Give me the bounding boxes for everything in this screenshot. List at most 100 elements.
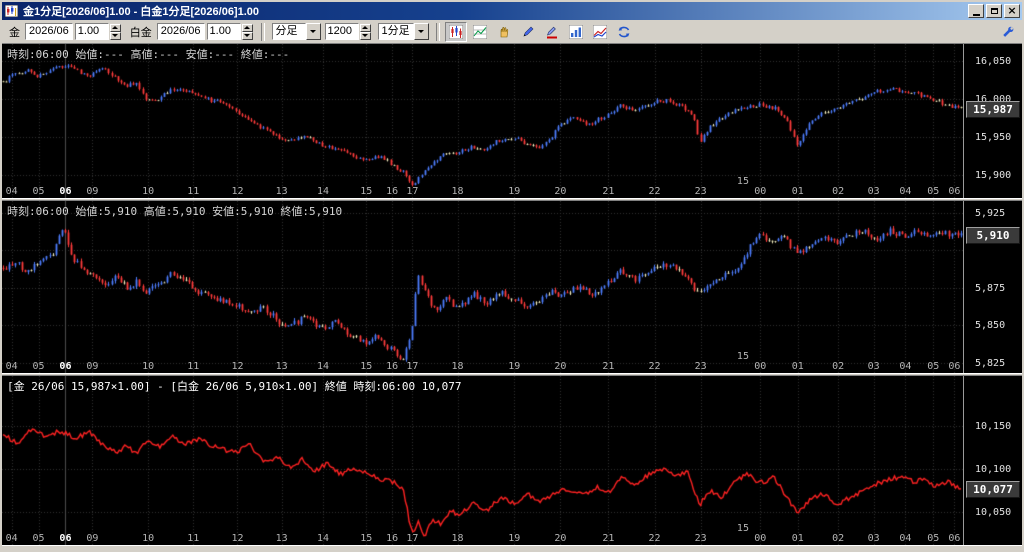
x-axis-hour-label: 10	[142, 533, 155, 544]
spin-down-button[interactable]	[359, 31, 371, 40]
timeframe-value[interactable]: 1分足	[377, 23, 414, 40]
spread-chart-panel: [金 26/06 15,987×1.00] - [白金 26/06 5,910×…	[2, 376, 1022, 545]
gold-multiplier-value[interactable]: 1.00	[74, 23, 109, 40]
wrench-icon	[1003, 26, 1014, 37]
toolbar-separator	[260, 22, 265, 41]
gold-label: 金	[9, 26, 20, 39]
grid-chart-button[interactable]	[468, 21, 491, 42]
x-axis-hour-label: 17	[406, 361, 419, 372]
x-axis-hour-label: 11	[187, 186, 200, 197]
x-axis-hour-label: 09	[86, 361, 99, 372]
timeframe-dropdown-button[interactable]	[413, 23, 429, 40]
gold-contract-field[interactable]: 2026/06	[25, 23, 73, 40]
x-axis-hour-label: 00	[754, 186, 767, 197]
x-axis-hour-label: 19	[508, 533, 521, 544]
timeframe-combo[interactable]: 1分足	[377, 23, 429, 40]
platinum-plot-area[interactable]: 時刻:06:00 始値:5,910 高値:5,910 安値:5,910 終値:5…	[2, 201, 963, 373]
bar-type-combo[interactable]: 分足	[271, 23, 321, 40]
bar-chart-icon	[568, 24, 583, 39]
spin-up-button[interactable]	[359, 23, 371, 32]
minimize-icon	[972, 13, 980, 16]
x-axis-hour-label: 18	[451, 533, 464, 544]
x-axis-hour-label: 15	[360, 361, 373, 372]
x-axis-hour-label: 03	[867, 186, 880, 197]
platinum-multiplier-spinner[interactable]: 1.00	[206, 23, 253, 40]
bar-count-value[interactable]: 1200	[324, 23, 359, 40]
refresh-button[interactable]	[612, 21, 635, 42]
pencil-button[interactable]	[516, 21, 539, 42]
chevron-down-icon	[418, 30, 425, 33]
titlebar[interactable]: 金1分足[2026/06]1.00 - 白金1分足[2026/06]1.00 ×	[2, 2, 1022, 20]
x-axis-hour-label: 22	[648, 186, 661, 197]
y-axis-price-label: 5,850	[975, 320, 1006, 332]
x-axis-hour-label: 17	[406, 533, 419, 544]
bar-count-spinner[interactable]: 1200	[324, 23, 371, 40]
chevron-down-icon	[362, 34, 369, 37]
x-axis-hour-label: 12	[231, 186, 244, 197]
platinum-multiplier-value[interactable]: 1.00	[206, 23, 241, 40]
grid-chart-icon	[472, 24, 487, 39]
spin-up-button[interactable]	[109, 23, 121, 32]
window-controls: ×	[966, 4, 1020, 18]
x-axis-hour-label: 06	[59, 533, 72, 544]
x-axis-hour-label: 22	[648, 533, 661, 544]
bar-type-value[interactable]: 分足	[271, 23, 306, 40]
x-axis-hour-label: 04	[5, 361, 18, 372]
x-axis-hour-label: 04	[5, 533, 18, 544]
gold-candlestick-canvas[interactable]	[2, 44, 963, 198]
x-axis-hour-label: 18	[451, 186, 464, 197]
x-axis-hour-label: 06	[948, 533, 961, 544]
chevron-down-icon	[310, 30, 317, 33]
hand-tool-button[interactable]	[492, 21, 515, 42]
x-axis-hour-label: 15	[360, 533, 373, 544]
platinum-candlestick-canvas[interactable]	[2, 201, 963, 373]
minimize-button[interactable]	[968, 4, 984, 18]
bar-chart-button[interactable]	[564, 21, 587, 42]
toolbar-separator	[435, 22, 440, 41]
x-axis-hour-label: 06	[59, 186, 72, 197]
y-axis-price-label: 5,875	[975, 282, 1006, 294]
close-button[interactable]: ×	[1004, 4, 1020, 18]
y-axis-price-label: 10,050	[975, 507, 1012, 519]
chevron-up-icon	[362, 26, 369, 29]
x-axis-hour-label: 11	[187, 361, 200, 372]
x-axis-hour-label: 16	[386, 361, 399, 372]
x-axis-hour-label: 01	[791, 186, 804, 197]
x-axis-hour-label: 06	[59, 361, 72, 372]
x-axis-hour-label: 19	[508, 186, 521, 197]
marker-pencil-button[interactable]	[540, 21, 563, 42]
restore-button[interactable]	[986, 4, 1002, 18]
gold-info-line: 時刻:06:00 始値:--- 高値:--- 安値:--- 終値:---	[7, 48, 290, 61]
x-axis-hour-label: 13	[275, 186, 288, 197]
x-axis-hour-label: 14	[316, 361, 330, 372]
y-axis-price-label: 10,150	[975, 421, 1012, 432]
gold-multiplier-spinner[interactable]: 1.00	[74, 23, 121, 40]
line-chart-button[interactable]	[588, 21, 611, 42]
platinum-price-axis: 5,925 5,875 5,850 5,825 5,910	[963, 201, 1022, 373]
x-axis-hour-label: 12	[231, 361, 244, 372]
gold-plot-area[interactable]: 時刻:06:00 始値:--- 高値:--- 安値:--- 終値:--- 04 0…	[2, 44, 963, 198]
settings-wrench-button[interactable]	[997, 21, 1019, 42]
bar-type-dropdown-button[interactable]	[305, 23, 321, 40]
x-axis-hour-label: 12	[231, 533, 244, 544]
toolbar: 金 2026/06 1.00 白金 2026/06 1.00 分足 1200 1…	[2, 20, 1022, 44]
x-axis-hour-label: 21	[602, 186, 615, 197]
x-axis-hour-label: 03	[867, 361, 880, 372]
x-axis-hour-label: 06	[948, 186, 961, 197]
spin-up-button[interactable]	[241, 23, 253, 32]
x-axis-date-label: 15	[736, 176, 749, 187]
spin-down-button[interactable]	[109, 31, 121, 40]
spread-line-canvas[interactable]	[2, 376, 963, 545]
chevron-up-icon	[244, 26, 251, 29]
platinum-chart-panel: 時刻:06:00 始値:5,910 高値:5,910 安値:5,910 終値:5…	[2, 201, 1022, 373]
candlestick-chart-button[interactable]	[444, 21, 467, 42]
x-axis-hour-label: 01	[791, 361, 804, 372]
x-axis-hour-label: 10	[142, 186, 155, 197]
x-axis-hour-label: 19	[508, 361, 521, 372]
spread-plot-area[interactable]: [金 26/06 15,987×1.00] - [白金 26/06 5,910×…	[2, 376, 963, 545]
marker-pencil-icon	[546, 26, 557, 38]
x-axis-hour-label: 09	[86, 186, 99, 197]
x-axis-hour-label: 02	[832, 533, 845, 544]
spin-down-button[interactable]	[241, 31, 253, 40]
platinum-contract-field[interactable]: 2026/06	[156, 23, 205, 40]
